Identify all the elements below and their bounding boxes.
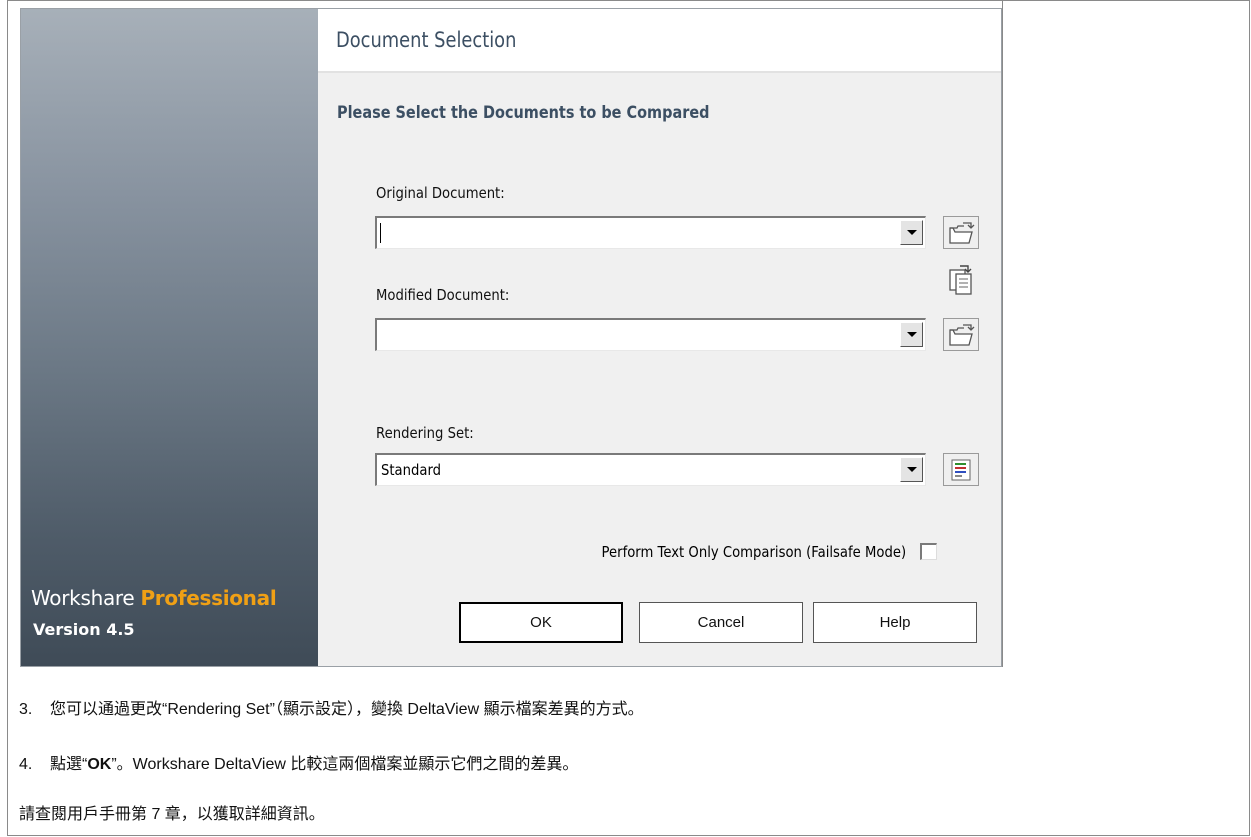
product-name: Workshare Professional: [31, 586, 277, 610]
failsafe-mode-checkbox[interactable]: [920, 543, 937, 560]
failsafe-mode-label: Perform Text Only Comparison (Failsafe M…: [21, 543, 906, 561]
rendering-set-value: Standard: [381, 461, 442, 479]
open-folder-icon: [949, 221, 975, 244]
help-button[interactable]: Help: [813, 602, 977, 643]
step-4-prefix: 點選“: [50, 756, 88, 773]
cell-divider: [1002, 0, 1003, 667]
step-3-line: 3. 您可以通過更改“Rendering Set”（顯示設定），變換 DeltaV…: [19, 695, 644, 719]
chevron-down-icon: [906, 467, 917, 472]
browse-original-button[interactable]: [943, 216, 979, 249]
dialog-sidebar: Workshare Professional Version 4.5: [21, 9, 318, 666]
modified-document-dropdown-button[interactable]: [900, 322, 923, 347]
dialog-title: Document Selection: [336, 28, 517, 52]
product-version: Version 4.5: [33, 620, 135, 639]
step-4-bold: OK: [87, 756, 112, 773]
rendering-set-combo[interactable]: Standard: [375, 453, 926, 486]
modified-document-label: Modified Document:: [376, 286, 510, 304]
open-folder-icon: [949, 323, 975, 346]
chevron-down-icon: [906, 230, 917, 235]
swap-documents-button[interactable]: [943, 263, 979, 296]
rendering-options-button[interactable]: [943, 453, 979, 486]
browse-modified-button[interactable]: [943, 318, 979, 351]
original-document-combo[interactable]: [375, 216, 926, 249]
document-selection-dialog: Workshare Professional Version 4.5 Docum…: [20, 8, 1002, 667]
footer-note: 請查閱用戶手冊第 7 章，以獲取詳細資訊。: [19, 806, 325, 823]
step-4-line: 4. 點選“OK”。Workshare DeltaView 比較這兩個檔案並顯示它…: [19, 750, 578, 774]
cancel-button[interactable]: Cancel: [639, 602, 803, 643]
step-3-number: 3.: [19, 701, 33, 718]
original-document-dropdown-button[interactable]: [900, 220, 923, 245]
modified-document-combo[interactable]: [375, 318, 926, 351]
rendering-options-icon: [951, 459, 971, 480]
ok-button[interactable]: OK: [459, 602, 623, 643]
product-name-regular: Workshare: [31, 586, 141, 610]
swap-documents-icon: [949, 264, 972, 295]
dialog-header: Document Selection: [318, 9, 1001, 71]
chevron-down-icon: [906, 332, 917, 337]
original-document-label: Original Document:: [376, 184, 505, 202]
product-name-accent: Professional: [140, 586, 277, 610]
text-caret: [380, 223, 381, 243]
step-3-text: 您可以通過更改“Rendering Set”（顯示設定），變換 DeltaVie…: [50, 701, 644, 718]
rendering-set-dropdown-button[interactable]: [900, 457, 923, 482]
dialog-subtitle: Please Select the Documents to be Compar…: [337, 103, 710, 123]
header-separator: [318, 71, 1001, 73]
step-4-suffix: ”。Workshare DeltaView 比較這兩個檔案並顯示它們之間的差異。: [111, 756, 579, 773]
failsafe-mode-label-text: Perform Text Only Comparison (Failsafe M…: [601, 543, 906, 561]
step-4-number: 4.: [19, 756, 33, 773]
rendering-set-label: Rendering Set:: [376, 424, 474, 442]
